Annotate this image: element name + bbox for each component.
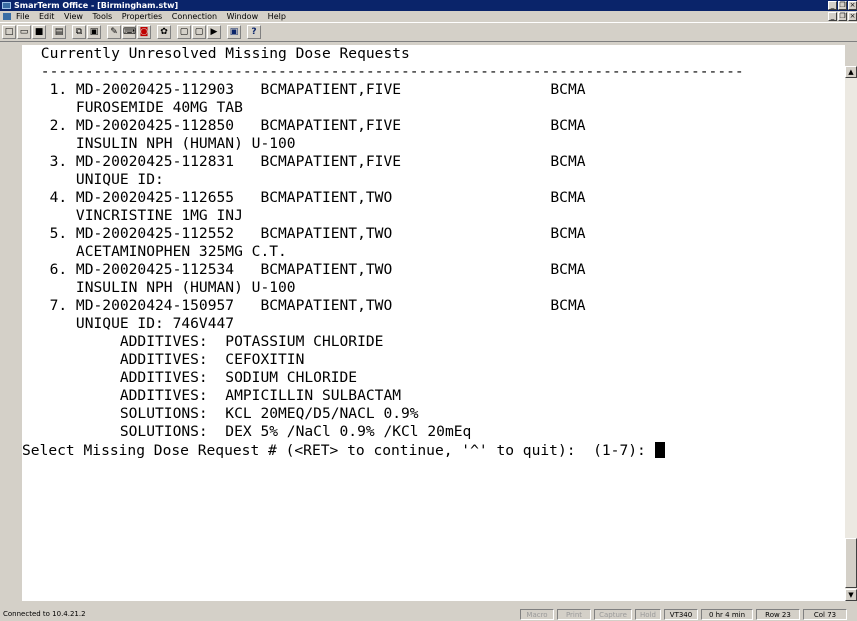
vertical-scrollbar[interactable]: ▲ ▼: [845, 66, 857, 601]
menu-file[interactable]: File: [16, 11, 29, 22]
solution-line: SOLUTIONS: DEX 5% /NaCl 0.9% /KCl 20mEq: [32, 423, 472, 440]
menu-edit[interactable]: Edit: [39, 11, 55, 22]
solution-line: SOLUTIONS: KCL 20MEQ/D5/NACL 0.9%: [32, 405, 419, 422]
menu-properties[interactable]: Properties: [122, 11, 162, 22]
menu-tools[interactable]: Tools: [93, 11, 113, 22]
toolbar: □ ▭ ■ ▤ ⧉ ▣ ✎ ⌨ ◙ ✿ ▢ ▢ ▶ ▣ ?: [0, 22, 857, 42]
request-row: 7. MD-20020424-150957 BCMAPATIENT,TWO BC…: [32, 297, 586, 314]
hold-indicator: Hold: [635, 609, 661, 620]
session-icon[interactable]: ▢: [177, 25, 191, 39]
request-row: 1. MD-20020425-112903 BCMAPATIENT,FIVE B…: [32, 81, 586, 98]
doc-minimize-button[interactable]: _: [828, 12, 837, 21]
window-icon[interactable]: ▣: [227, 25, 241, 39]
minimize-button[interactable]: _: [828, 1, 837, 10]
text-cursor: [654, 442, 665, 458]
maximize-button[interactable]: ❐: [838, 1, 847, 10]
emulation-indicator: VT340: [664, 609, 698, 620]
request-detail: ACETAMINOPHEN 325MG C.T.: [32, 243, 287, 260]
window-title: SmarTerm Office - [Birmingham.stw]: [14, 1, 179, 10]
request-row: 5. MD-20020425-112552 BCMAPATIENT,TWO BC…: [32, 225, 586, 242]
request-row: 2. MD-20020425-112850 BCMAPATIENT,FIVE B…: [32, 117, 586, 134]
scroll-thumb[interactable]: [845, 538, 857, 588]
cursor-icon[interactable]: ▶: [207, 25, 221, 39]
open-icon[interactable]: ▭: [17, 25, 31, 39]
document-icon: [3, 13, 11, 20]
request-detail: INSULIN NPH (HUMAN) U-100: [32, 279, 296, 296]
connect-time: 0 hr 4 min: [701, 609, 753, 620]
request-detail: INSULIN NPH (HUMAN) U-100: [32, 135, 296, 152]
menu-connection[interactable]: Connection: [172, 11, 217, 22]
close-button[interactable]: ×: [848, 1, 857, 10]
terminal-screen[interactable]: Currently Unresolved Missing Dose Reques…: [22, 45, 845, 601]
screen-heading: Currently Unresolved Missing Dose Reques…: [32, 45, 410, 62]
additive-line: ADDITIVES: AMPICILLIN SULBACTAM: [32, 387, 402, 404]
status-bar: Connected to 10.4.21.2 Macro Print Captu…: [0, 608, 857, 621]
request-detail: UNIQUE ID: 746V447: [32, 315, 235, 332]
request-detail: VINCRISTINE 1MG INJ: [32, 207, 243, 224]
macro-indicator: Macro: [520, 609, 554, 620]
title-bar: SmarTerm Office - [Birmingham.stw] _ ❐ ×: [0, 0, 857, 11]
keyboard-icon[interactable]: ⌨: [122, 25, 136, 39]
request-row: 4. MD-20020425-112655 BCMAPATIENT,TWO BC…: [32, 189, 586, 206]
doc-restore-button[interactable]: ❐: [838, 12, 847, 21]
col-indicator: Col 73: [803, 609, 847, 620]
scroll-down-arrow-icon[interactable]: ▼: [845, 589, 857, 601]
request-row: 6. MD-20020425-112534 BCMAPATIENT,TWO BC…: [32, 261, 586, 278]
copy-icon[interactable]: ⧉: [72, 25, 86, 39]
doc-close-button[interactable]: ×: [848, 12, 857, 21]
menu-help[interactable]: Help: [268, 11, 286, 22]
paste-icon[interactable]: ▣: [87, 25, 101, 39]
print-indicator: Print: [557, 609, 591, 620]
prompt-line[interactable]: Select Missing Dose Request # (<RET> to …: [22, 442, 665, 460]
record-icon[interactable]: ◙: [137, 25, 151, 39]
connection-status: Connected to 10.4.21.2: [3, 610, 86, 618]
edit-icon[interactable]: ✎: [107, 25, 121, 39]
separator-line: ----------------------------------------…: [32, 63, 744, 80]
additive-line: ADDITIVES: POTASSIUM CHLORIDE: [32, 333, 384, 350]
additive-line: ADDITIVES: SODIUM CHLORIDE: [32, 369, 358, 386]
settings-icon[interactable]: ✿: [157, 25, 171, 39]
request-detail: UNIQUE ID:: [32, 171, 164, 188]
new-icon[interactable]: □: [2, 25, 16, 39]
connect-icon[interactable]: ▢: [192, 25, 206, 39]
help-icon[interactable]: ?: [247, 25, 261, 39]
menu-window[interactable]: Window: [227, 11, 259, 22]
request-detail: FUROSEMIDE 40MG TAB: [32, 99, 243, 116]
capture-indicator: Capture: [594, 609, 632, 620]
save-icon[interactable]: ■: [32, 25, 46, 39]
menu-bar: File Edit View Tools Properties Connecti…: [0, 11, 857, 22]
additive-line: ADDITIVES: CEFOXITIN: [32, 351, 305, 368]
app-icon: [2, 2, 11, 9]
row-indicator: Row 23: [756, 609, 800, 620]
prompt-text: Select Missing Dose Request # (<RET> to …: [22, 442, 655, 459]
request-row: 3. MD-20020425-112831 BCMAPATIENT,FIVE B…: [32, 153, 586, 170]
print-icon[interactable]: ▤: [52, 25, 66, 39]
menu-view[interactable]: View: [64, 11, 83, 22]
scroll-up-arrow-icon[interactable]: ▲: [845, 66, 857, 78]
